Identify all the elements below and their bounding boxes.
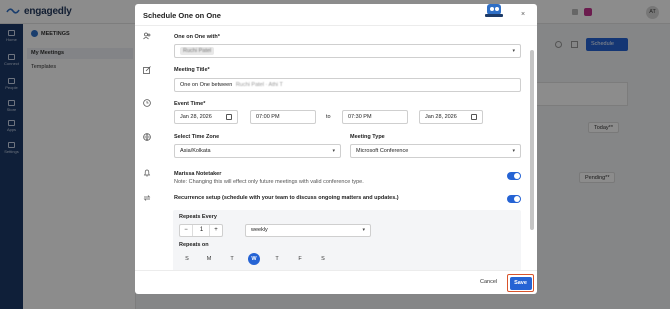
- modal-header: Schedule One on One ×: [135, 4, 537, 26]
- meeting-title-label: Meeting Title*: [174, 67, 210, 73]
- modal-footer: Cancel Save: [135, 270, 537, 294]
- notetaker-note: Note: Changing this will effect only fut…: [174, 179, 364, 185]
- close-icon[interactable]: ×: [521, 11, 525, 18]
- chevron-down-icon: ▾: [332, 148, 335, 154]
- repeat-count-stepper[interactable]: − 1 +: [179, 224, 223, 237]
- end-time-input[interactable]: 07:30 PM: [342, 110, 408, 124]
- one-on-one-label: One on One with*: [174, 34, 220, 40]
- modal-title: Schedule One on One: [143, 11, 221, 20]
- recurrence-toggle[interactable]: [507, 195, 521, 203]
- meeting-type-select[interactable]: Microsoft Conference ▾: [350, 144, 521, 158]
- meeting-title-input[interactable]: One on One between Ruchi Patel · Athi T: [174, 78, 521, 92]
- edit-icon: [143, 66, 151, 74]
- day-thursday[interactable]: T: [271, 253, 283, 265]
- selected-user-chip[interactable]: Ruchi Patel: [180, 47, 215, 55]
- day-wednesday[interactable]: W: [248, 253, 260, 265]
- globe-icon: [143, 133, 151, 141]
- one-on-one-select[interactable]: Ruchi Patel ▾: [174, 44, 521, 58]
- users-icon: [143, 32, 151, 40]
- repeats-every-label: Repeats Every: [179, 214, 217, 220]
- clock-icon: [143, 99, 151, 107]
- chevron-down-icon: ▾: [512, 148, 515, 154]
- event-time-label: Event Time*: [174, 101, 206, 107]
- day-tuesday[interactable]: T: [226, 253, 238, 265]
- notetaker-toggle[interactable]: [507, 172, 521, 180]
- time-zone-select[interactable]: Asia/Kolkata ▾: [174, 144, 341, 158]
- mascot-icon: [485, 4, 503, 17]
- calendar-icon: [226, 114, 232, 120]
- recurrence-label: Recurrence setup (schedule with your tea…: [174, 195, 399, 201]
- chevron-down-icon: ▾: [512, 48, 515, 54]
- time-zone-label: Select Time Zone: [174, 134, 220, 140]
- modal-scrollbar[interactable]: [530, 50, 534, 230]
- end-date-input[interactable]: Jan 28, 2026: [419, 110, 483, 124]
- meeting-type-label: Meeting Type: [350, 134, 385, 140]
- recurrence-panel: [173, 210, 521, 270]
- bell-icon: [143, 169, 151, 177]
- save-button[interactable]: Save: [509, 276, 532, 290]
- repeat-icon: [143, 195, 151, 201]
- start-date-input[interactable]: Jan 28, 2026: [174, 110, 238, 124]
- decrement-button[interactable]: −: [180, 225, 193, 236]
- meeting-title-participants: Ruchi Patel · Athi T: [235, 82, 283, 88]
- notetaker-label: Marissa Notetaker: [174, 171, 222, 177]
- day-saturday[interactable]: S: [317, 253, 329, 265]
- frequency-select[interactable]: weekly ▾: [245, 224, 371, 237]
- repeat-count-value[interactable]: 1: [194, 225, 209, 236]
- to-label: to: [326, 114, 331, 120]
- repeats-on-label: Repeats on: [179, 242, 209, 248]
- day-monday[interactable]: M: [203, 253, 215, 265]
- increment-button[interactable]: +: [209, 225, 222, 236]
- calendar-icon: [471, 114, 477, 120]
- cancel-button[interactable]: Cancel: [480, 279, 497, 285]
- day-friday[interactable]: F: [294, 253, 306, 265]
- modal-body: One on One with* Ruchi Patel ▾ Meeting T…: [135, 26, 537, 270]
- save-button-highlight: Save: [507, 274, 534, 292]
- start-time-input[interactable]: 07:00 PM: [250, 110, 316, 124]
- meeting-title-value: One on One between: [180, 82, 233, 88]
- schedule-one-on-one-modal: Schedule One on One × One on One with* R…: [135, 4, 537, 294]
- chevron-down-icon: ▾: [362, 227, 365, 233]
- day-sunday[interactable]: S: [181, 253, 193, 265]
